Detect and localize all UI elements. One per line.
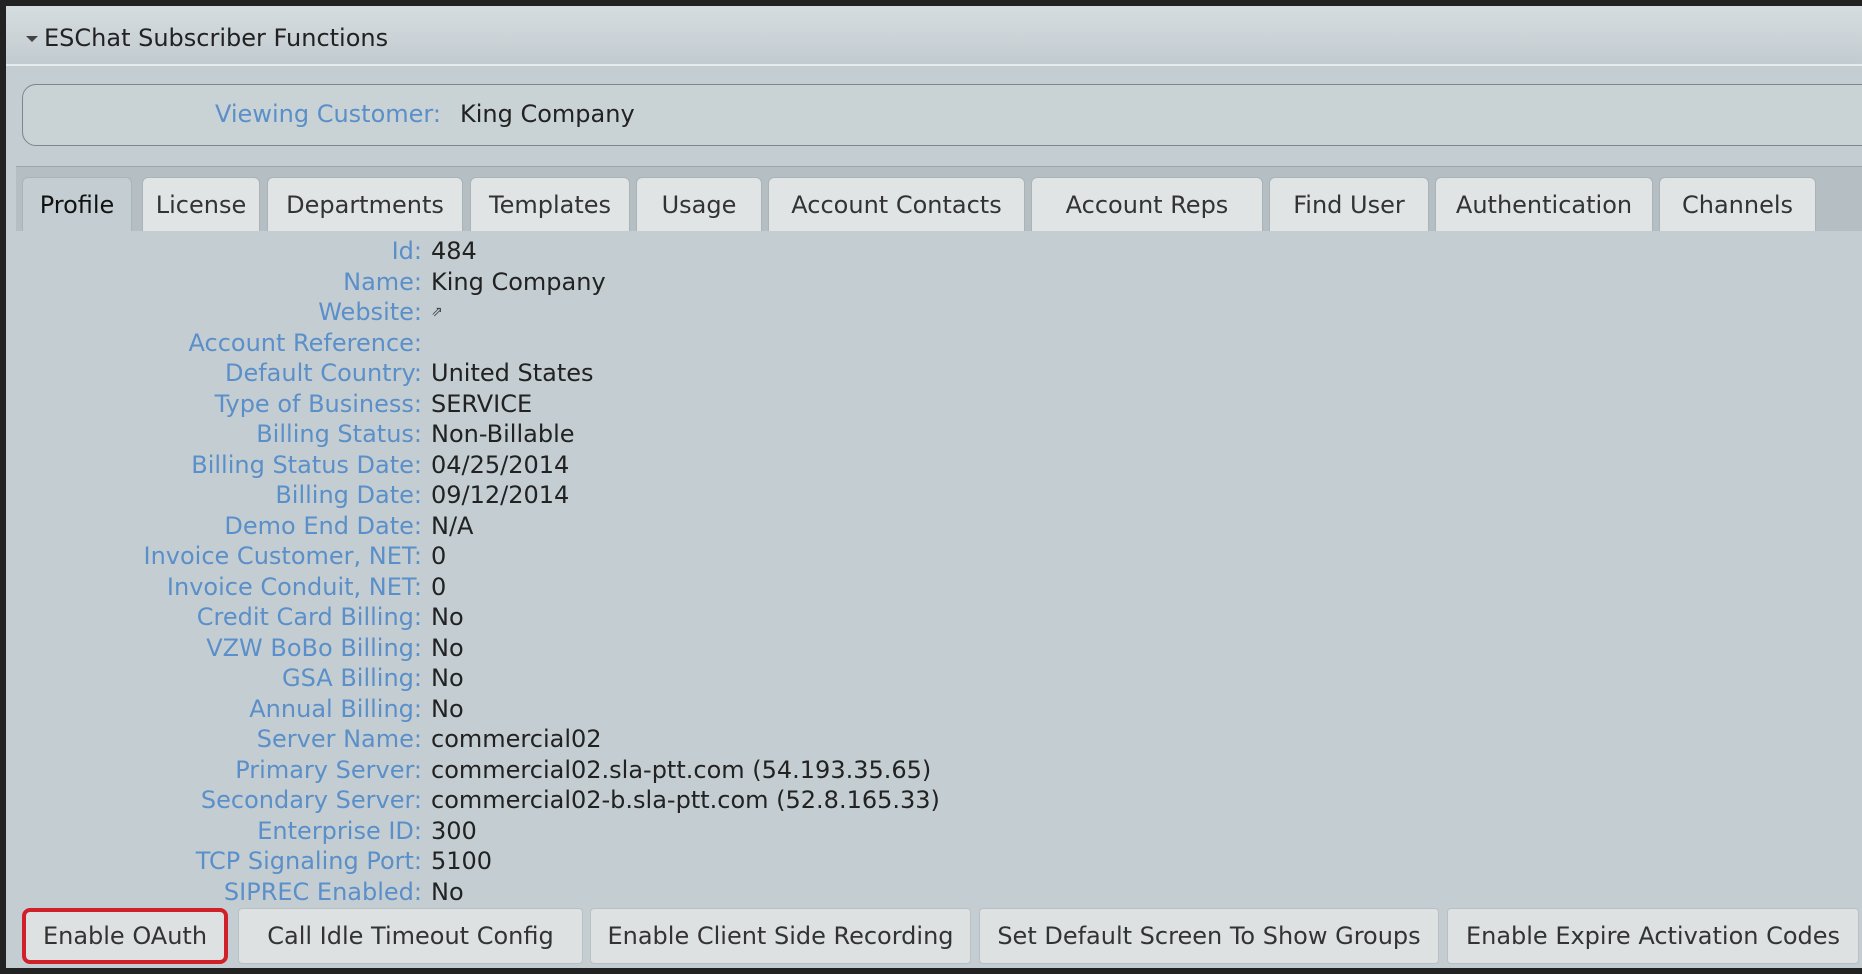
field-row-secondary-server: Secondary Server: commercial02-b.sla-ptt… bbox=[6, 785, 1106, 815]
action-button-bar: Enable OAuth Call Idle Timeout Config En… bbox=[16, 908, 1862, 968]
tab-usage[interactable]: Usage bbox=[636, 177, 762, 231]
panel-header[interactable]: ESChat Subscriber Functions bbox=[6, 6, 1862, 66]
field-value: SERVICE bbox=[431, 389, 533, 418]
field-row-vzw-bobo-billing: VZW BoBo Billing: No bbox=[6, 633, 1106, 663]
tab-templates[interactable]: Templates bbox=[470, 177, 630, 231]
field-label: Annual Billing: bbox=[249, 694, 422, 723]
field-value: N/A bbox=[431, 511, 474, 540]
field-label: Account Reference: bbox=[188, 328, 422, 357]
collapse-caret-icon[interactable] bbox=[26, 36, 38, 42]
field-label: TCP Signaling Port: bbox=[195, 847, 422, 875]
tab-authentication[interactable]: Authentication bbox=[1435, 177, 1653, 231]
field-label: Secondary Server: bbox=[200, 786, 422, 814]
field-row-credit-card-billing: Credit Card Billing: No bbox=[6, 602, 1106, 632]
field-row-invoice-customer-net: Invoice Customer, NET: 0 bbox=[6, 541, 1106, 571]
field-value: United States bbox=[431, 359, 594, 387]
field-label: Billing Status: bbox=[256, 420, 422, 448]
field-value: commercial02-b.sla-ptt.com (52.8.165.33) bbox=[431, 786, 940, 814]
external-link-icon[interactable]: ⇗ bbox=[431, 297, 443, 327]
field-row-default-country: Default Country: United States bbox=[6, 358, 1106, 388]
field-label: GSA Billing: bbox=[282, 664, 422, 692]
field-row-name: Name: King Company bbox=[6, 267, 1106, 297]
field-label: Invoice Customer, NET: bbox=[143, 542, 423, 570]
tab-bar: Profile License Departments Templates Us… bbox=[16, 166, 1862, 231]
field-label: Type of Business: bbox=[214, 389, 422, 418]
field-value: No bbox=[431, 694, 464, 723]
field-row-billing-status-date: Billing Status Date: 04/25/2014 bbox=[6, 450, 1106, 480]
field-row-id: Id: 484 bbox=[6, 236, 1106, 266]
field-value: King Company bbox=[431, 267, 606, 296]
field-label: Id: bbox=[391, 237, 422, 265]
panel-title-text: ESChat Subscriber Functions bbox=[44, 24, 389, 52]
field-row-siprec-enabled: SIPREC Enabled: No bbox=[6, 877, 1106, 907]
field-row-server-name: Server Name: commercial02 bbox=[6, 724, 1106, 754]
field-value: 0 bbox=[431, 542, 447, 570]
field-row-annual-billing: Annual Billing: No bbox=[6, 694, 1106, 724]
field-value: No bbox=[431, 603, 464, 631]
enable-client-side-recording-button[interactable]: Enable Client Side Recording bbox=[590, 908, 971, 964]
field-value: 09/12/2014 bbox=[431, 481, 570, 509]
field-label: SIPREC Enabled: bbox=[223, 877, 422, 906]
field-row-primary-server: Primary Server: commercial02.sla-ptt.com… bbox=[6, 755, 1106, 785]
field-value: No bbox=[431, 633, 464, 662]
field-row-type-of-business: Type of Business: SERVICE bbox=[6, 389, 1106, 419]
field-row-enterprise-id: Enterprise ID: 300 bbox=[6, 816, 1106, 846]
call-idle-timeout-config-button[interactable]: Call Idle Timeout Config bbox=[238, 908, 583, 964]
field-label: Enterprise ID: bbox=[257, 816, 422, 845]
enable-expire-activation-codes-button[interactable]: Enable Expire Activation Codes bbox=[1447, 908, 1859, 964]
tab-profile[interactable]: Profile bbox=[22, 177, 132, 231]
field-label: Billing Status Date: bbox=[191, 450, 422, 479]
set-default-screen-to-show-groups-button[interactable]: Set Default Screen To Show Groups bbox=[979, 908, 1439, 964]
eschat-subscriber-panel: ESChat Subscriber Functions Viewing Cust… bbox=[0, 0, 1862, 974]
field-row-website: Website: ⇗ bbox=[6, 297, 1106, 327]
tab-channels[interactable]: Channels bbox=[1659, 177, 1816, 231]
field-value: 5100 bbox=[431, 847, 493, 875]
field-value: 484 bbox=[431, 237, 477, 265]
tab-license[interactable]: License bbox=[142, 177, 260, 231]
field-value: commercial02 bbox=[431, 725, 602, 753]
field-value: No bbox=[431, 877, 464, 906]
field-label: Server Name: bbox=[256, 725, 422, 753]
field-label: VZW BoBo Billing: bbox=[206, 633, 422, 662]
field-row-billing-date: Billing Date: 09/12/2014 bbox=[6, 480, 1106, 510]
field-row-account-reference: Account Reference: bbox=[6, 328, 1106, 358]
field-row-invoice-conduit-net: Invoice Conduit, NET: 0 bbox=[6, 572, 1106, 602]
field-value: 300 bbox=[431, 816, 477, 845]
viewing-customer-value: King Company bbox=[460, 100, 635, 128]
field-label: Website: bbox=[318, 298, 422, 326]
field-value: 0 bbox=[431, 572, 447, 601]
field-row-billing-status: Billing Status: Non-Billable bbox=[6, 419, 1106, 449]
field-row-gsa-billing: GSA Billing: No bbox=[6, 663, 1106, 693]
field-value: No bbox=[431, 664, 464, 692]
field-value: Non-Billable bbox=[431, 420, 575, 448]
tab-account-reps[interactable]: Account Reps bbox=[1031, 177, 1263, 231]
field-label: Primary Server: bbox=[235, 755, 422, 784]
viewing-customer-box: Viewing Customer: King Company bbox=[22, 84, 1862, 146]
tab-find-user[interactable]: Find User bbox=[1269, 177, 1429, 231]
field-label: Credit Card Billing: bbox=[196, 603, 422, 631]
field-label: Invoice Conduit, NET: bbox=[166, 572, 422, 601]
viewing-customer-label: Viewing Customer: bbox=[215, 100, 441, 128]
tab-account-contacts[interactable]: Account Contacts bbox=[768, 177, 1025, 231]
field-row-demo-end-date: Demo End Date: N/A bbox=[6, 511, 1106, 541]
field-label: Default Country: bbox=[224, 359, 422, 387]
field-label: Name: bbox=[343, 267, 422, 296]
enable-oauth-button[interactable]: Enable OAuth bbox=[22, 908, 228, 964]
field-label: Demo End Date: bbox=[224, 511, 422, 540]
field-value: 04/25/2014 bbox=[431, 450, 570, 479]
tab-departments[interactable]: Departments bbox=[267, 177, 463, 231]
field-label: Billing Date: bbox=[275, 481, 422, 509]
field-row-tcp-signaling-port: TCP Signaling Port: 5100 bbox=[6, 846, 1106, 876]
field-value: commercial02.sla-ptt.com (54.193.35.65) bbox=[431, 755, 932, 784]
panel-title[interactable]: ESChat Subscriber Functions bbox=[26, 24, 388, 52]
